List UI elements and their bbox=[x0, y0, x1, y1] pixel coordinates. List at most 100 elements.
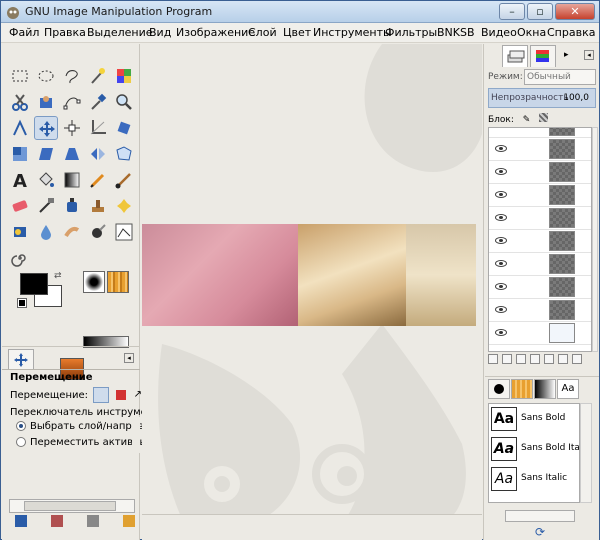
menu-select[interactable]: Выделение bbox=[87, 26, 153, 39]
foreground-select-icon[interactable] bbox=[34, 90, 58, 114]
image-window[interactable] bbox=[142, 44, 482, 540]
menu-color[interactable]: Цвет bbox=[283, 26, 311, 39]
move-layer-icon[interactable] bbox=[93, 387, 110, 403]
tab-brushes[interactable] bbox=[488, 379, 510, 399]
dock-menu-icon[interactable]: ◂ bbox=[584, 50, 594, 60]
close-button[interactable]: ✕ bbox=[555, 3, 595, 20]
layer-row[interactable] bbox=[489, 253, 591, 276]
clone-icon[interactable] bbox=[86, 194, 110, 218]
swap-colors-icon[interactable]: ⇄ bbox=[54, 271, 62, 281]
measure-icon[interactable] bbox=[8, 116, 32, 140]
delete-options-icon[interactable] bbox=[87, 515, 99, 527]
bucket-fill-icon[interactable] bbox=[34, 168, 58, 192]
layer-row[interactable] bbox=[489, 276, 591, 299]
text-tool-icon[interactable]: A bbox=[8, 168, 32, 192]
shear-icon[interactable] bbox=[34, 142, 58, 166]
layer-row[interactable] bbox=[489, 207, 591, 230]
tab-fonts[interactable]: Aa bbox=[557, 379, 579, 399]
visibility-eye-icon[interactable] bbox=[495, 145, 507, 152]
restore-options-icon[interactable] bbox=[51, 515, 63, 527]
visibility-eye-icon[interactable] bbox=[495, 168, 507, 175]
menu-video[interactable]: Видео bbox=[481, 26, 517, 39]
layer-row[interactable] bbox=[489, 184, 591, 207]
menu-edit[interactable]: Правка bbox=[44, 26, 86, 39]
visibility-eye-icon[interactable] bbox=[495, 306, 507, 313]
align-icon[interactable] bbox=[60, 116, 84, 140]
font-item[interactable]: Aa Sans Bold Italic bbox=[489, 434, 579, 464]
new-group-icon[interactable] bbox=[502, 354, 512, 364]
active-brush-preview[interactable] bbox=[83, 271, 105, 293]
tab-channels[interactable] bbox=[530, 45, 556, 67]
tab-gradients[interactable] bbox=[534, 379, 556, 399]
mode-select[interactable]: Обычный bbox=[524, 69, 596, 85]
fonts-scrollbar[interactable] bbox=[580, 403, 592, 503]
paintbrush-icon[interactable] bbox=[112, 168, 136, 192]
radio-on[interactable] bbox=[16, 421, 26, 431]
gimp-spiral-icon[interactable] bbox=[8, 246, 32, 270]
blur-icon[interactable] bbox=[34, 220, 58, 244]
default-colors-icon[interactable] bbox=[17, 298, 27, 308]
menu-image[interactable]: Изображение bbox=[176, 26, 255, 39]
layers-scrollbar[interactable] bbox=[592, 127, 598, 352]
crop-icon[interactable] bbox=[86, 116, 110, 140]
ink-icon[interactable] bbox=[60, 194, 84, 218]
flip-icon[interactable] bbox=[86, 142, 110, 166]
fuzzy-select-icon[interactable] bbox=[86, 64, 110, 88]
radio-off[interactable] bbox=[16, 437, 26, 447]
color-select-icon[interactable] bbox=[112, 64, 136, 88]
menu-windows[interactable]: Окна bbox=[517, 26, 546, 39]
minimize-button[interactable]: – bbox=[499, 3, 525, 20]
tab-patterns[interactable] bbox=[511, 379, 533, 399]
fg-bg-colors[interactable]: ⇄ bbox=[17, 271, 66, 311]
fonts-hscroll[interactable] bbox=[505, 510, 575, 522]
menu-layer[interactable]: Слой bbox=[248, 26, 277, 39]
lasso-icon[interactable] bbox=[60, 64, 84, 88]
visibility-eye-icon[interactable] bbox=[495, 191, 507, 198]
tab-tool-options[interactable] bbox=[8, 349, 34, 369]
lower-layer-icon[interactable] bbox=[530, 354, 540, 364]
layer-row[interactable] bbox=[489, 322, 591, 345]
lock-pixels-icon[interactable]: ✎ bbox=[523, 115, 531, 125]
raise-layer-icon[interactable] bbox=[516, 354, 526, 364]
menu-view[interactable]: Вид bbox=[149, 26, 171, 39]
maximize-button[interactable]: ▫ bbox=[527, 3, 553, 20]
font-item[interactable]: Aa Sans Bold bbox=[489, 404, 579, 434]
panel-menu-icon[interactable]: ◂ bbox=[124, 353, 134, 363]
visibility-eye-icon[interactable] bbox=[495, 214, 507, 221]
new-layer-icon[interactable] bbox=[488, 354, 498, 364]
eraser-icon[interactable] bbox=[8, 194, 32, 218]
reset-options-icon[interactable] bbox=[123, 515, 135, 527]
visibility-eye-icon[interactable] bbox=[495, 260, 507, 267]
tab-scroll-right-icon[interactable]: ▸ bbox=[564, 50, 569, 60]
pencil-icon[interactable] bbox=[86, 168, 110, 192]
fonts-list[interactable]: Aa Sans Bold Aa Sans Bold Italic Aa Sans… bbox=[488, 403, 580, 503]
duplicate-layer-icon[interactable] bbox=[544, 354, 554, 364]
rect-select-icon[interactable] bbox=[8, 64, 32, 88]
smudge-icon[interactable] bbox=[60, 220, 84, 244]
cage-transform-icon[interactable] bbox=[112, 142, 136, 166]
save-options-icon[interactable] bbox=[15, 515, 27, 527]
layer-row[interactable] bbox=[489, 128, 591, 138]
move-tool-icon[interactable] bbox=[34, 116, 58, 140]
move-selection-icon[interactable] bbox=[116, 390, 127, 400]
transform-preview-icon[interactable] bbox=[112, 220, 136, 244]
tool-options-scrollbar[interactable] bbox=[9, 499, 135, 513]
blend-icon[interactable] bbox=[60, 168, 84, 192]
rotate-icon[interactable] bbox=[112, 116, 136, 140]
menu-bnksb[interactable]: BNKSB bbox=[437, 26, 475, 39]
heal-icon[interactable] bbox=[112, 194, 136, 218]
ellipse-select-icon[interactable] bbox=[34, 64, 58, 88]
refresh-fonts-icon[interactable]: ⟳ bbox=[535, 525, 545, 539]
layer-row[interactable] bbox=[489, 299, 591, 322]
layer-row[interactable] bbox=[489, 161, 591, 184]
visibility-eye-icon[interactable] bbox=[495, 283, 507, 290]
opacity-slider[interactable]: Непрозрачность 100,0 bbox=[488, 88, 596, 108]
anchor-layer-icon[interactable] bbox=[558, 354, 568, 364]
foreground-color-swatch[interactable] bbox=[20, 273, 48, 295]
dodge-burn-icon[interactable] bbox=[86, 220, 110, 244]
menu-tools[interactable]: Инструменты bbox=[313, 26, 392, 39]
paths-icon[interactable] bbox=[60, 90, 84, 114]
airbrush-icon[interactable] bbox=[34, 194, 58, 218]
layer-row[interactable] bbox=[489, 230, 591, 253]
menu-help[interactable]: Справка bbox=[547, 26, 595, 39]
